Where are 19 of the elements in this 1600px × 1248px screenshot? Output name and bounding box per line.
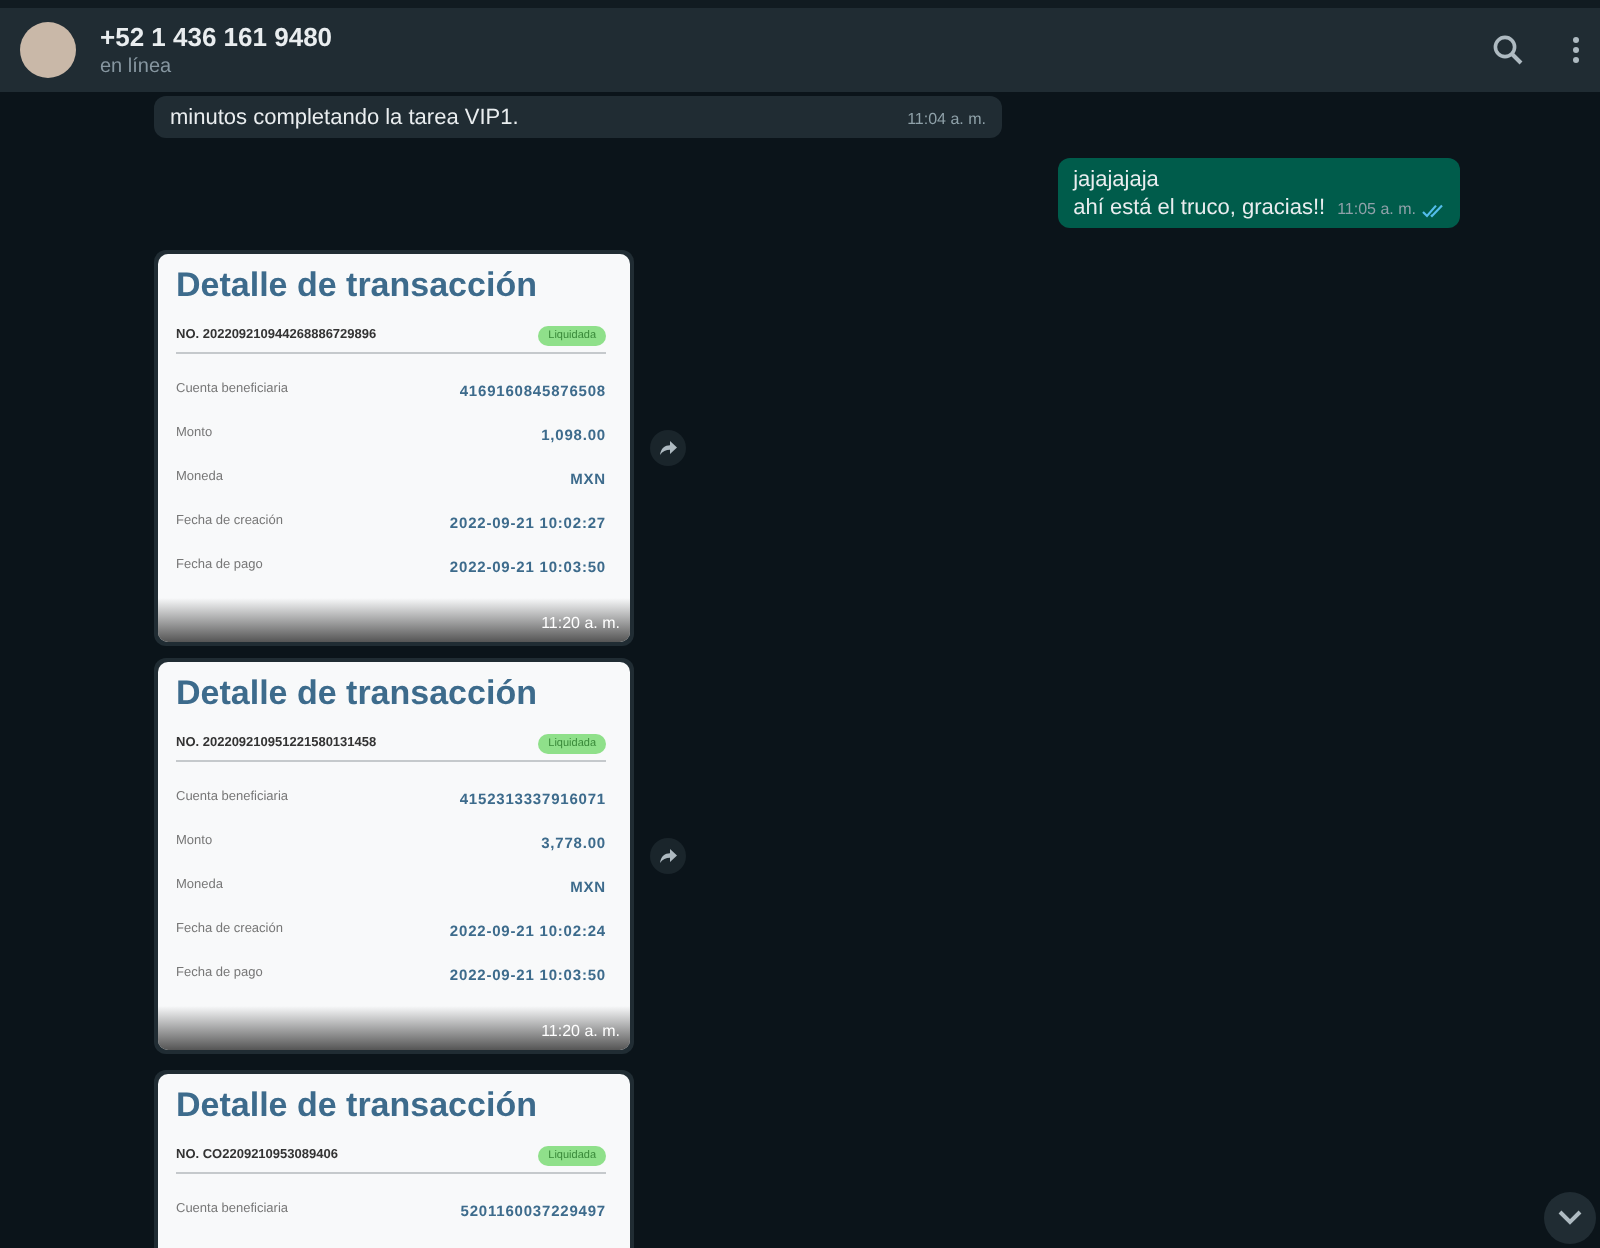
avatar[interactable] [20,22,76,78]
message-text: jajajajaja [1073,166,1161,194]
message-time: 11:05 a. m. [1337,198,1416,222]
receipt-title: Detalle de transacción [176,264,539,308]
forward-icon[interactable] [650,430,686,466]
chevron-down-icon [1558,1210,1582,1226]
message-time: 11:20 a. m. [541,1020,620,1044]
forward-icon[interactable] [650,838,686,874]
contact-status: en línea [100,53,174,79]
message-time: 11:04 a. m. [907,108,986,132]
scroll-down-button[interactable] [1544,1192,1596,1244]
message-text: ahí está el truco, gracias!! [1073,194,1326,222]
receipt-title: Detalle de transacción [176,1084,539,1128]
contact-name: +52 1 436 161 9480 [100,21,335,53]
search-icon[interactable] [1492,34,1524,66]
message-text: minutos completando la tarea VIP1. [170,104,519,132]
menu-icon[interactable] [1572,36,1580,64]
receipt-title: Detalle de transacción [176,672,539,716]
message-time: 11:20 a. m. [541,612,620,636]
